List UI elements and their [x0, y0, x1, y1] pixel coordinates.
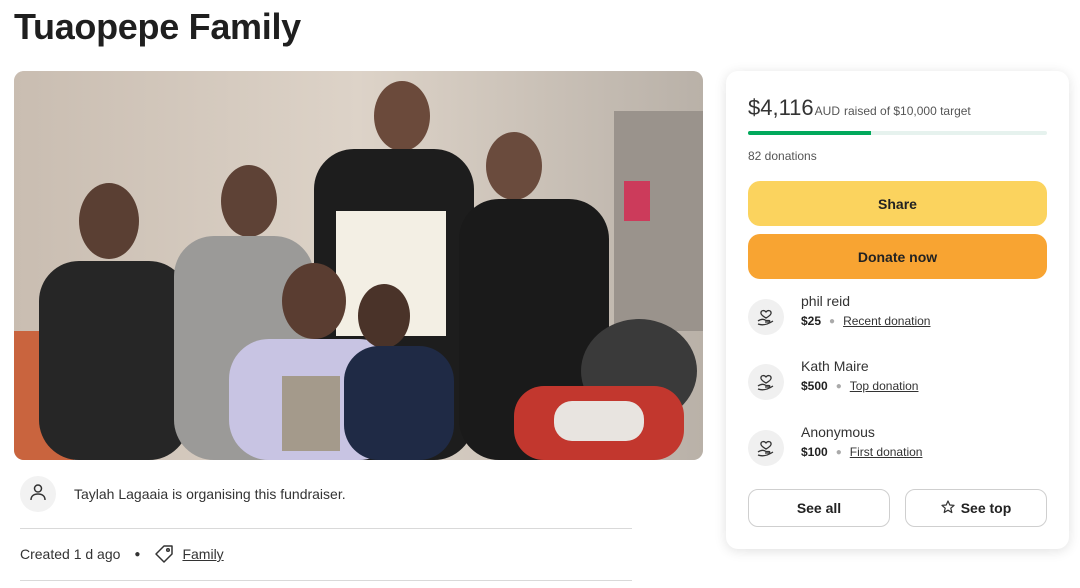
donor-item: Anonymous $100 ● First donation: [748, 424, 922, 466]
donation-type-link[interactable]: Top donation: [850, 379, 919, 393]
heart-hand-icon: [748, 299, 784, 335]
raised-target-text: raised of $10,000 target: [844, 104, 971, 118]
donations-count: 82 donations: [748, 149, 817, 163]
raised-summary: $4,116 AUD raised of $10,000 target: [748, 95, 971, 121]
see-all-button[interactable]: See all: [748, 489, 890, 527]
organiser-row: Taylah Lagaaia is organising this fundra…: [20, 476, 346, 512]
organiser-text: Taylah Lagaaia is organising this fundra…: [74, 486, 346, 502]
donation-type-link[interactable]: First donation: [850, 445, 923, 459]
donation-type-link[interactable]: Recent donation: [843, 314, 930, 328]
donor-item: phil reid $25 ● Recent donation: [748, 293, 930, 335]
separator-dot: ●: [134, 548, 141, 560]
page-title: Tuaopepe Family: [14, 6, 301, 47]
donor-name: Anonymous: [801, 424, 875, 440]
divider: [20, 580, 632, 581]
separator-dot: ●: [829, 315, 836, 327]
category-link[interactable]: Family: [182, 546, 223, 562]
user-icon: [28, 482, 48, 507]
see-all-label: See all: [796, 500, 842, 516]
progress-bar: [748, 131, 1047, 135]
fundraiser-meta: Created 1 d ago ● Family: [20, 544, 224, 564]
see-top-button[interactable]: See top: [905, 489, 1047, 527]
donate-now-button[interactable]: Donate now: [748, 234, 1047, 279]
organiser-avatar: [20, 476, 56, 512]
donor-name: Kath Maire: [801, 358, 869, 374]
star-icon: [941, 499, 955, 517]
donor-amount: $25: [801, 314, 822, 328]
donor-name: phil reid: [801, 293, 851, 309]
donation-card: $4,116 AUD raised of $10,000 target 82 d…: [726, 71, 1069, 549]
donor-item: Kath Maire $500 ● Top donation: [748, 358, 918, 400]
progress-fill: [748, 131, 871, 135]
donor-amount: $500: [801, 379, 828, 393]
heart-hand-icon: [748, 430, 784, 466]
heart-hand-icon: [748, 364, 784, 400]
separator-dot: ●: [835, 380, 842, 392]
separator-dot: ●: [835, 446, 842, 458]
raised-amount: $4,116: [748, 95, 814, 120]
divider: [20, 528, 632, 529]
campaign-photo[interactable]: [14, 71, 703, 460]
family-photo-image: [14, 71, 703, 460]
see-top-label: See top: [960, 500, 1012, 516]
raised-currency: AUD: [814, 104, 840, 118]
tag-icon: [154, 544, 174, 564]
created-text: Created 1 d ago: [20, 546, 121, 562]
donor-amount: $100: [801, 445, 828, 459]
share-button[interactable]: Share: [748, 181, 1047, 226]
